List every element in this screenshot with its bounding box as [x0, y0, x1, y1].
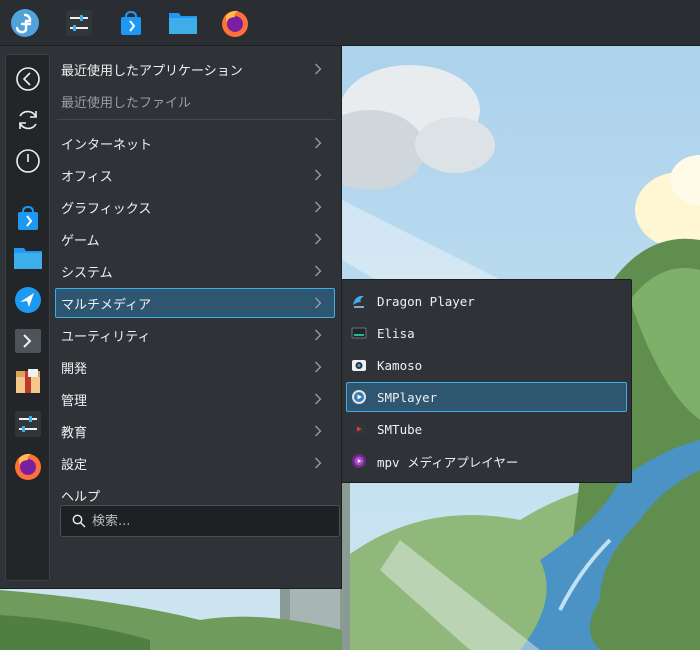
menu-item-settings[interactable]: 設定: [55, 448, 335, 478]
panel-firefox-button[interactable]: [218, 6, 252, 40]
submenu-item-label: mpv メディアプレイヤー: [377, 454, 519, 470]
restart-button[interactable]: [12, 104, 44, 136]
firefox-icon: [15, 453, 41, 480]
submenu-item-label: SMTube: [377, 421, 423, 437]
chevron-right-icon: [315, 63, 322, 75]
favorite-kstars[interactable]: [12, 284, 44, 316]
application-launcher-button[interactable]: [8, 6, 42, 40]
file-manager-icon: [14, 248, 42, 269]
submenu-item-kamoso[interactable]: Kamoso: [346, 350, 627, 380]
menu-item-recent-files: 最近使用したファイル: [55, 86, 335, 116]
terminal-icon: [15, 329, 41, 353]
discover-store-icon: [121, 10, 141, 35]
menu-item-development[interactable]: 開発: [55, 352, 335, 382]
elisa-icon: [351, 325, 367, 341]
menu-item-recent-apps[interactable]: 最近使用したアプリケーション: [55, 54, 335, 84]
chevron-right-icon: [315, 169, 322, 181]
menu-item-label: ゲーム: [61, 233, 100, 249]
chevron-right-icon: [315, 201, 322, 213]
panel-file-manager-button[interactable]: [166, 6, 200, 40]
favorite-terminal[interactable]: [12, 325, 44, 357]
favorite-file-manager[interactable]: [12, 242, 44, 274]
smtube-icon: [351, 421, 367, 437]
submenu-item-smtube[interactable]: SMTube: [346, 414, 627, 444]
chevron-right-icon: [315, 393, 322, 405]
chevron-right-icon: [315, 233, 322, 245]
system-settings-icon: [15, 411, 41, 437]
mpv-icon: [351, 453, 367, 469]
menu-item-label: グラフィックス: [61, 201, 152, 217]
menu-item-graphics[interactable]: グラフィックス: [55, 192, 335, 222]
refresh-icon: [19, 110, 37, 130]
favorite-system-settings[interactable]: [12, 408, 44, 440]
menu-item-label: 開発: [61, 361, 88, 377]
menu-item-multimedia[interactable]: マルチメディア: [55, 288, 335, 318]
dragon-player-icon: [351, 293, 367, 309]
menu-item-label: オフィス: [61, 169, 113, 185]
chevron-right-icon: [315, 137, 322, 149]
favorite-ark[interactable]: [12, 365, 44, 397]
search-field[interactable]: [60, 505, 340, 537]
menu-item-internet[interactable]: インターネット: [55, 128, 335, 158]
search-icon: [72, 514, 86, 528]
submenu-item-elisa[interactable]: Elisa: [346, 318, 627, 348]
menu-item-label: インターネット: [61, 137, 153, 153]
menu-item-administration[interactable]: 管理: [55, 384, 335, 414]
firefox-icon: [222, 10, 248, 37]
submenu-item-label: Elisa: [377, 325, 415, 341]
favorites-sidebar: [5, 54, 50, 581]
menu-item-system[interactable]: システム: [55, 256, 335, 286]
submenu-item-smplayer[interactable]: SMPlayer: [346, 382, 627, 412]
chevron-right-icon: [315, 265, 322, 277]
system-settings-icon: [66, 10, 92, 36]
menu-item-label: 最近使用したアプリケーション: [61, 63, 243, 79]
menu-item-label: 設定: [61, 457, 88, 473]
chevron-right-icon: [315, 457, 322, 469]
search-input[interactable]: [92, 513, 339, 529]
menu-item-label: ユーティリティ: [61, 329, 151, 345]
submenu-item-dragon-player[interactable]: Dragon Player: [346, 286, 627, 316]
menu-item-education[interactable]: 教育: [55, 416, 335, 446]
fedora-logo-icon: [11, 9, 39, 37]
submenu-item-label: Dragon Player: [377, 293, 475, 309]
submenu-item-label: SMPlayer: [377, 389, 438, 405]
menu-separator: [57, 119, 335, 120]
chevron-right-icon: [315, 425, 322, 437]
discover-store-icon: [18, 205, 38, 230]
menu-item-label: 教育: [61, 425, 88, 441]
smplayer-icon: [351, 389, 367, 405]
submenu-item-mpv[interactable]: mpv メディアプレイヤー: [346, 446, 627, 476]
top-panel: [0, 0, 700, 46]
chevron-right-icon: [315, 329, 322, 341]
menu-item-utilities[interactable]: ユーティリティ: [55, 320, 335, 350]
favorite-firefox[interactable]: [12, 450, 44, 482]
panel-discover-button[interactable]: [114, 6, 148, 40]
menu-item-label: 最近使用したファイル: [61, 95, 192, 111]
multimedia-submenu: Dragon Player Elisa Kamoso SMPlayer SMTube mp…: [341, 279, 632, 483]
ark-archive-icon: [16, 369, 40, 393]
file-manager-icon: [169, 13, 197, 34]
menu-item-office[interactable]: オフィス: [55, 160, 335, 190]
power-icon: [16, 149, 40, 173]
menu-item-label: システム: [61, 265, 113, 281]
menu-item-label: ヘルプ: [61, 489, 101, 505]
menu-item-label: 管理: [61, 393, 88, 409]
chevron-right-icon: [315, 297, 322, 309]
shutdown-button[interactable]: [12, 145, 44, 177]
panel-system-settings-button[interactable]: [62, 6, 96, 40]
back-button[interactable]: [12, 63, 44, 95]
favorite-discover[interactable]: [12, 202, 44, 234]
kamoso-icon: [351, 357, 367, 373]
menu-item-label: マルチメディア: [61, 297, 152, 313]
menu-item-games[interactable]: ゲーム: [55, 224, 335, 254]
back-icon: [16, 67, 40, 91]
kstars-icon: [15, 287, 41, 313]
submenu-item-label: Kamoso: [377, 357, 423, 373]
chevron-right-icon: [315, 361, 322, 373]
